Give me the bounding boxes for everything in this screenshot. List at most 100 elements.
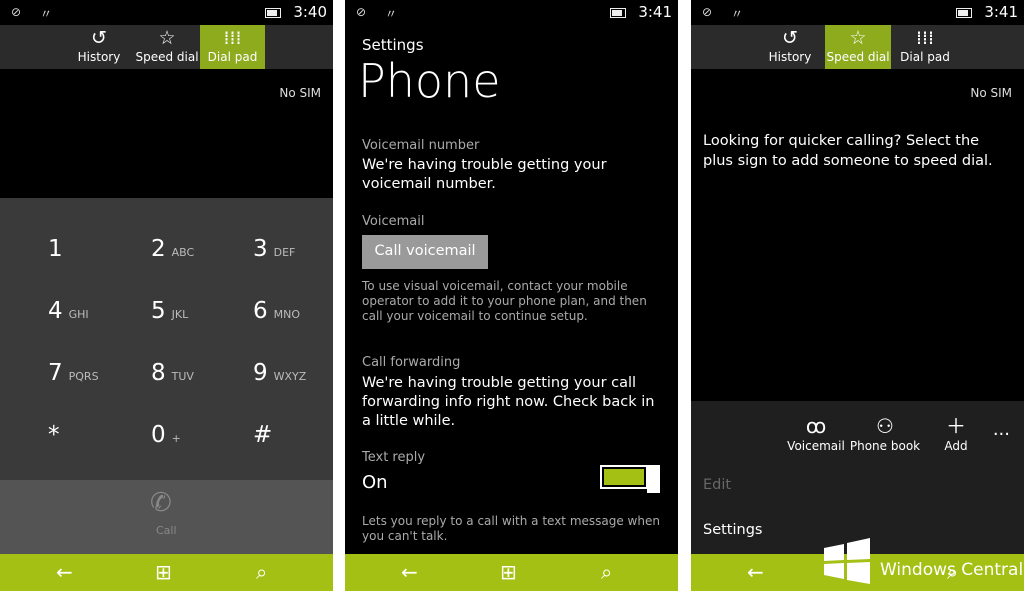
key-3[interactable]: 3 DEF (253, 236, 333, 276)
speed-dial-message: Looking for quicker calling? Select the … (703, 133, 993, 169)
status-bar: ⊘ 〃 3:41 (345, 0, 678, 25)
back-icon[interactable]: ← (56, 560, 73, 584)
key-7[interactable]: 7 PQRS (48, 360, 148, 400)
tab-dial-pad[interactable]: ⁞⁞⁞ Dial pad (200, 25, 265, 69)
key-9[interactable]: 9 WXYZ (253, 360, 333, 400)
no-sim-label: No SIM (279, 86, 321, 100)
phone-book-button[interactable]: ⚇ Phone book (849, 413, 921, 453)
tab-dial-pad[interactable]: ⁞⁞⁞ Dial pad (895, 25, 955, 69)
key-0[interactable]: 0 + (151, 422, 251, 462)
visual-voicemail-note: To use visual voicemail, contact your mo… (362, 279, 647, 323)
back-icon[interactable]: ← (747, 560, 764, 584)
search-icon[interactable]: ⌕ (256, 560, 267, 584)
key-1[interactable]: 1 (48, 236, 148, 276)
key-4[interactable]: 4 GHI (48, 298, 148, 338)
key-8[interactable]: 8 TUV (151, 360, 251, 400)
voicemail-icon: ꝏ (805, 414, 827, 438)
key-5[interactable]: 5 JKL (151, 298, 251, 338)
key-digit: 8 (151, 360, 166, 386)
nav-bar: ← ⊞ ⌕ (345, 554, 678, 591)
wifi-icon: 〃 (40, 7, 53, 21)
key-6[interactable]: 6 MNO (253, 298, 333, 338)
key-digit: 7 (48, 360, 63, 386)
tab-history[interactable]: ↺ History (761, 25, 819, 69)
dialpad-icon: ⁞⁞⁞ (915, 27, 935, 49)
tab-history[interactable]: ↺ History (70, 25, 128, 69)
voicemail-number-label: Voicemail number (362, 138, 480, 153)
key-2[interactable]: 2 ABC (151, 236, 251, 276)
voicemail-button[interactable]: ꝏ Voicemail (786, 413, 846, 453)
tab-speed-dial[interactable]: ☆ Speed dial (134, 25, 200, 69)
back-icon[interactable]: ← (401, 560, 418, 584)
call-voicemail-button[interactable]: Call voicemail (362, 235, 488, 269)
wifi-icon: 〃 (731, 7, 744, 21)
no-sim-label: No SIM (970, 86, 1012, 100)
dialpad-screen: ⊘ 〃 3:40 ↺ History ☆ Speed dial ⁞⁞⁞ Dial… (0, 0, 333, 591)
clock: 3:40 (293, 3, 327, 21)
text-reply-state: On (362, 472, 388, 493)
phone-book-label: Phone book (849, 439, 921, 453)
key-digit: 9 (253, 360, 268, 386)
speed-dial-screen: ⊘ 〃 3:41 ↺ History ☆ Speed dial ⁞⁞⁞ Dial… (691, 0, 1024, 591)
key-letters: DEF (273, 246, 296, 259)
tab-speed-dial-label: Speed dial (826, 50, 890, 64)
pivot-bar: ↺ History ☆ Speed dial ⁞⁞⁞ Dial pad (691, 25, 1024, 69)
battery-icon (610, 8, 626, 18)
menu-edit[interactable]: Edit (703, 477, 731, 493)
key-digit: 2 (151, 236, 166, 262)
key-digit: 1 (48, 236, 63, 262)
key-letters: MNO (273, 308, 301, 321)
star-icon: ☆ (849, 27, 867, 49)
key-hash[interactable]: # (253, 422, 333, 462)
tab-dial-pad-label: Dial pad (207, 50, 258, 64)
call-forwarding-text: We're having trouble getting your call f… (362, 375, 655, 429)
no-sim-icon: ⊘ (356, 5, 367, 19)
app-bar: ꝏ Voicemail ⚇ Phone book ＋ Add ... Edit … (691, 401, 1024, 554)
more-button[interactable]: ... (993, 419, 1010, 440)
clock: 3:41 (638, 3, 672, 21)
key-letters: ABC (171, 246, 195, 259)
add-button[interactable]: ＋ Add (936, 413, 976, 453)
key-digit: # (253, 422, 273, 448)
phone-icon: ✆ (150, 488, 172, 518)
voicemail-label: Voicemail (362, 214, 425, 229)
text-reply-toggle[interactable] (600, 465, 660, 493)
battery-icon (265, 8, 281, 18)
windows-central-logo (824, 538, 870, 584)
history-icon: ↺ (782, 27, 798, 49)
key-letters: JKL (171, 308, 189, 321)
wifi-icon: 〃 (385, 7, 398, 21)
history-icon: ↺ (91, 27, 107, 49)
key-letters: GHI (68, 308, 89, 321)
page-title: Phone (358, 54, 501, 108)
key-star[interactable]: * (48, 422, 148, 462)
text-reply-label: Text reply (362, 450, 426, 465)
menu-settings[interactable]: Settings (703, 522, 762, 538)
key-letters: TUV (171, 370, 194, 383)
tab-dial-pad-label: Dial pad (900, 50, 950, 64)
plus-icon: ＋ (946, 414, 966, 438)
watermark-text: Windows Central (880, 560, 1024, 580)
tab-speed-dial[interactable]: ☆ Speed dial (825, 25, 891, 69)
call-button[interactable]: ✆ Call (0, 480, 333, 554)
star-icon: ☆ (158, 27, 176, 49)
settings-screen: ⊘ 〃 3:41 Settings Phone Voicemail number… (345, 0, 678, 591)
key-digit: 6 (253, 298, 268, 324)
dial-pad: 1 2 ABC 3 DEF 4 GHI 5 JKL 6 MNO 7 PQRS 8 TUV 9W… (0, 198, 333, 480)
windows-icon[interactable]: ⊞ (155, 560, 172, 584)
key-digit: 0 (151, 422, 166, 448)
key-digit: 5 (151, 298, 166, 324)
key-letters: WXYZ (273, 370, 307, 383)
toggle-thumb[interactable] (647, 465, 660, 493)
dialpad-icon: ⁞⁞⁞ (223, 27, 242, 49)
tab-history-label: History (768, 50, 812, 64)
search-icon[interactable]: ⌕ (601, 560, 612, 584)
windows-icon[interactable]: ⊞ (500, 560, 517, 584)
call-label: Call (156, 524, 177, 537)
tab-history-label: History (77, 50, 121, 64)
key-digit: * (48, 422, 60, 448)
no-sim-icon: ⊘ (702, 5, 713, 19)
nav-bar: ← ⊞ ⌕ (0, 554, 333, 591)
key-letters: PQRS (68, 370, 99, 383)
settings-title: Settings (362, 36, 424, 54)
